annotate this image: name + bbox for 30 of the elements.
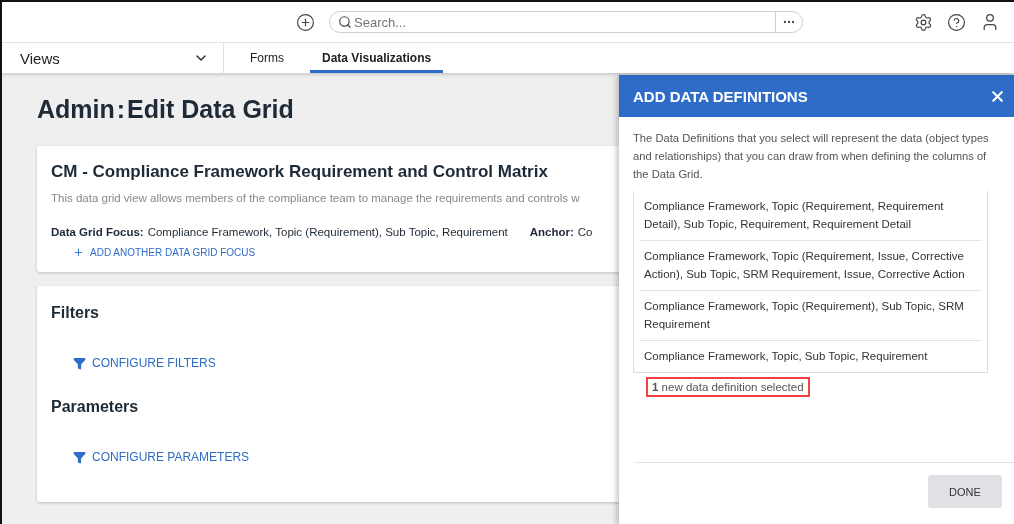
section-title: Parameters [51,398,140,416]
help-icon[interactable] [947,12,966,32]
add-icon[interactable] [296,12,315,32]
focus-value: Compliance Framework, Topic (Requirement), Sub Topic, Requirement [147,226,508,238]
views-dropdown[interactable]: Views [2,43,224,73]
filter-icon [73,356,86,370]
nav-tab[interactable]: Forms [238,43,296,73]
done-button[interactable]: DONE [928,475,1002,508]
anchor-label: Anchor: [529,226,574,238]
page-title: Admin:Edit Data Grid [37,95,294,124]
nav-tab[interactable]: Data Visualizations [310,43,444,73]
focus-label: Data Grid Focus: [51,226,144,238]
search-icon [338,15,352,29]
configure-link[interactable]: CONFIGURE PARAMETERS [73,450,250,464]
panel-intro: The Data Definitions that you select will represent the data (object types and relationships) that you can draw from when defining the columns of the Data Grid. [633,131,990,182]
configure-link[interactable]: CONFIGURE FILTERS [73,356,216,370]
anchor-value: Co [577,226,593,238]
plus-icon [73,247,84,258]
filter-icon [73,450,86,464]
add-focus-link[interactable]: ADD ANOTHER DATA GRID FOCUS [73,247,256,258]
settings-icon[interactable] [914,12,933,32]
definition-item[interactable]: Compliance Framework, Topic (Requirement), Sub Topic, SRM Requirement [640,297,981,333]
selection-count: 1 new data definition selected [646,377,810,397]
grid-name: CM - Compliance Framework Requirement and Control Matrix [51,162,548,182]
search-field[interactable]: Search... [352,13,775,31]
panel-title: ADD DATA DEFINITIONS [633,87,808,105]
grid-description: This data grid view allows members of the compliance team to manage the requirements and controls w [51,192,581,204]
definition-item[interactable]: Compliance Framework, Topic, Sub Topic, Requirement [640,347,981,365]
definition-item[interactable]: Compliance Framework, Topic (Requirement, Requirement Detail), Sub Topic, Requirement, Requirement Detail [640,197,981,233]
definition-item[interactable]: Compliance Framework, Topic (Requirement, Issue, Corrective Action), Sub Topic, SRM Requirement, Issue, Corrective Action [640,247,981,283]
